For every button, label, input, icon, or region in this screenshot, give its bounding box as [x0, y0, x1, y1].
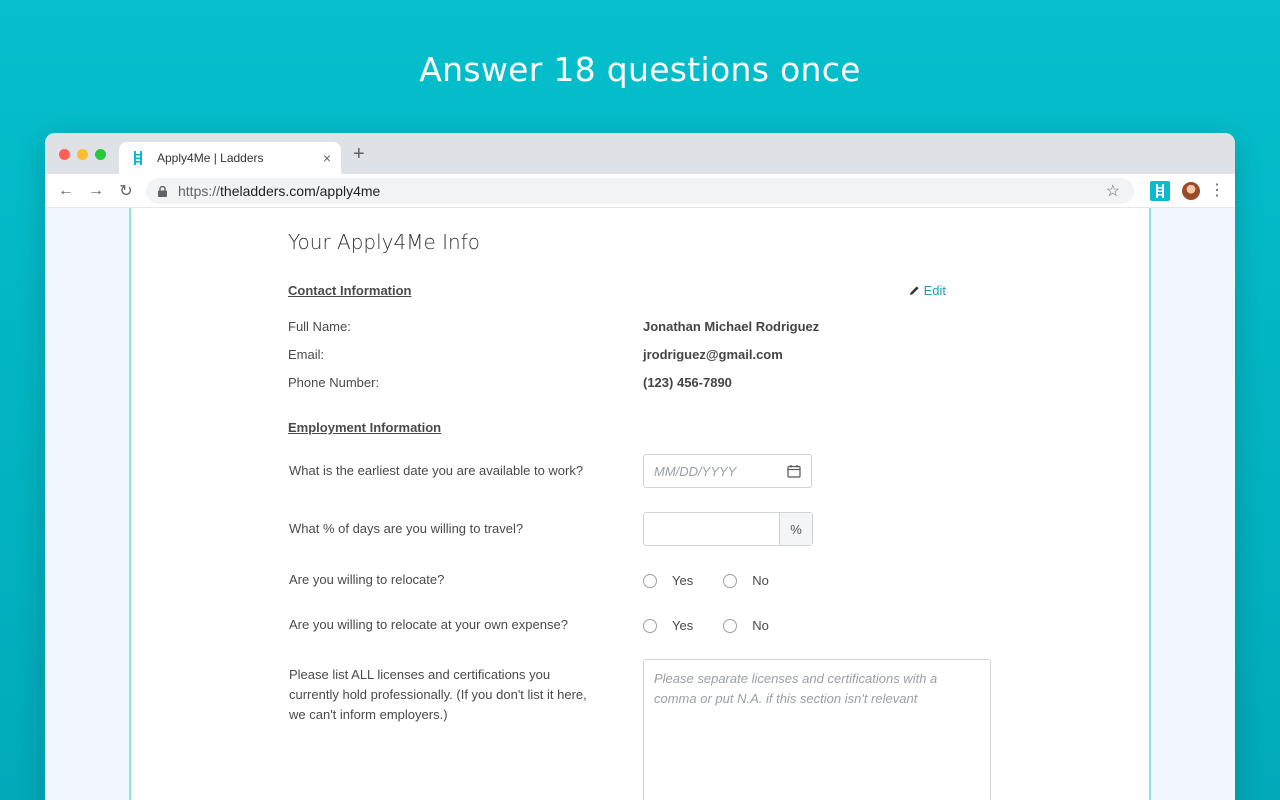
tab-strip: Apply4Me | Ladders × + [45, 133, 1235, 174]
contact-heading: Contact Information [288, 283, 412, 298]
browser-toolbar: ← → ↻ https://theladders.com/apply4me ☆ … [45, 174, 1235, 208]
relocate-expense-yes-radio[interactable] [643, 618, 657, 633]
reload-icon[interactable]: ↻ [111, 181, 141, 201]
browser-window: Apply4Me | Ladders × + ← → ↻ https://the… [45, 133, 1235, 800]
relocate-expense-radio-group: Yes No [643, 618, 799, 633]
travel-percent-field[interactable] [644, 513, 779, 545]
relocate-no-label[interactable]: No [752, 573, 769, 588]
tab-apply4me[interactable]: Apply4Me | Ladders × [119, 142, 341, 174]
forward-icon[interactable]: → [81, 182, 111, 200]
profile-avatar[interactable] [1182, 182, 1200, 200]
travel-percent-input[interactable]: % [643, 512, 813, 546]
relocate-yes-label[interactable]: Yes [672, 573, 693, 588]
relocate-expense-no-radio[interactable] [723, 618, 738, 633]
relocate-radio-group: Yes No [643, 573, 799, 588]
phone-value: (123) 456-7890 [643, 375, 732, 390]
available-date-question: What is the earliest date you are availa… [289, 463, 584, 478]
lock-icon [158, 185, 167, 197]
relocate-no-radio[interactable] [723, 573, 738, 588]
email-value: jrodriguez@gmail.com [643, 347, 783, 362]
email-label: Email: [288, 347, 325, 362]
ladder-icon [1156, 184, 1164, 198]
phone-label: Phone Number: [288, 375, 380, 390]
minimize-window-button[interactable] [77, 149, 88, 160]
licenses-placeholder-line: Please separate licenses and certificati… [654, 671, 938, 686]
travel-question: What % of days are you willing to travel… [289, 521, 524, 536]
window-controls [59, 149, 106, 160]
page-viewport: Your Apply4Me Info Contact Information E… [45, 208, 1235, 800]
full-name-label: Full Name: [288, 319, 351, 334]
headline: Answer 18 questions once [419, 50, 861, 89]
close-tab-icon[interactable]: × [323, 150, 331, 166]
browser-menu-icon[interactable]: ⋮ [1209, 180, 1225, 200]
page-content: Your Apply4Me Info Contact Information E… [129, 208, 1151, 800]
new-tab-button[interactable]: + [353, 143, 365, 166]
licenses-placeholder-line: comma or put N.A. if this section isn't … [654, 691, 918, 706]
relocate-expense-no-label[interactable]: No [752, 618, 769, 633]
bookmark-star-icon[interactable]: ☆ [1106, 181, 1120, 201]
maximize-window-button[interactable] [95, 149, 106, 160]
full-name-value: Jonathan Michael Rodriguez [643, 319, 820, 334]
tab-title: Apply4Me | Ladders [157, 151, 264, 165]
address-bar[interactable]: https://theladders.com/apply4me ☆ [146, 178, 1134, 204]
date-placeholder: MM/DD/YYYY [654, 463, 737, 479]
licenses-textarea[interactable]: Please separate licenses and certificati… [643, 659, 991, 800]
licenses-question: Please list ALL licenses and certificati… [289, 667, 587, 722]
url-text: https://theladders.com/apply4me [178, 183, 381, 199]
page-title: Your Apply4Me Info [288, 230, 481, 254]
relocate-yes-radio[interactable] [643, 573, 657, 588]
calendar-icon[interactable] [787, 464, 801, 478]
pencil-icon [910, 286, 919, 295]
close-window-button[interactable] [59, 149, 70, 160]
back-icon[interactable]: ← [51, 182, 81, 200]
ladders-extension-icon[interactable] [1150, 181, 1170, 201]
edit-button[interactable]: Edit [909, 283, 946, 298]
relocate-expense-yes-label[interactable]: Yes [672, 618, 693, 633]
relocate-expense-question: Are you willing to relocate at your own … [289, 617, 568, 632]
available-date-input[interactable]: MM/DD/YYYY [643, 454, 812, 488]
relocate-question: Are you willing to relocate? [289, 572, 445, 587]
ladder-icon [134, 151, 142, 165]
percent-addon: % [779, 513, 812, 545]
employment-heading: Employment Information [288, 420, 442, 435]
